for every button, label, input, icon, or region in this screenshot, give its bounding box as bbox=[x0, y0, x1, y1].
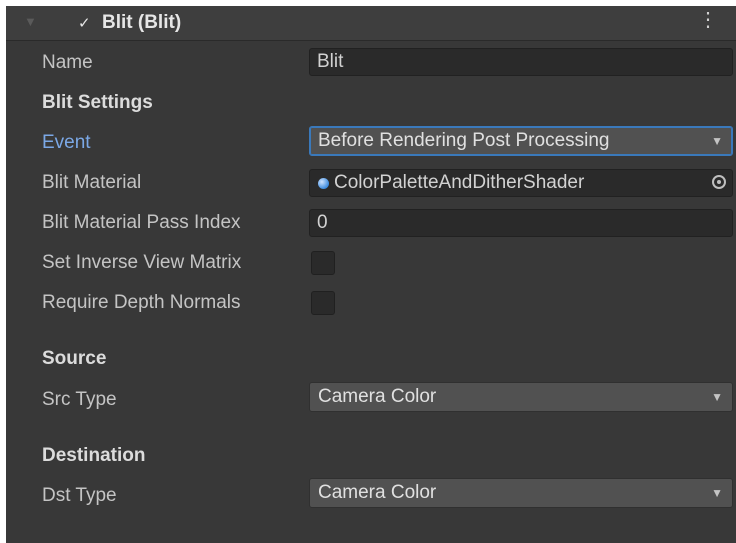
name-field[interactable]: Blit bbox=[309, 48, 733, 76]
blit-material-field[interactable]: ColorPaletteAndDitherShader bbox=[309, 169, 733, 197]
name-label: Name bbox=[42, 52, 93, 73]
inverse-view-checkbox[interactable] bbox=[311, 251, 335, 275]
component-header[interactable]: ▼ ✓ Blit (Blit) ⋮ bbox=[6, 6, 736, 41]
shader-asset-icon bbox=[318, 178, 329, 189]
dst-type-label: Dst Type bbox=[42, 485, 117, 506]
event-label: Event bbox=[42, 132, 91, 153]
blit-material-value: ColorPaletteAndDitherShader bbox=[334, 172, 585, 193]
dst-type-dropdown[interactable]: Camera Color ▼ bbox=[309, 478, 733, 508]
foldout-arrow-icon[interactable]: ▼ bbox=[24, 14, 37, 29]
source-heading: Source bbox=[42, 348, 107, 369]
component-title: Blit (Blit) bbox=[102, 12, 182, 33]
event-dropdown[interactable]: Before Rendering Post Processing ▼ bbox=[309, 126, 733, 156]
event-dropdown-value: Before Rendering Post Processing bbox=[318, 130, 610, 151]
inverse-view-label: Set Inverse View Matrix bbox=[42, 252, 242, 273]
dst-type-value: Camera Color bbox=[318, 482, 437, 503]
blit-settings-heading: Blit Settings bbox=[42, 92, 153, 113]
blit-inspector-panel: ▼ ✓ Blit (Blit) ⋮ Name Blit Blit Setting… bbox=[6, 6, 736, 543]
destination-heading: Destination bbox=[42, 445, 146, 466]
depth-normals-label: Require Depth Normals bbox=[42, 292, 241, 313]
enabled-checkbox[interactable]: ✓ bbox=[78, 14, 91, 32]
src-type-value: Camera Color bbox=[318, 386, 437, 407]
object-picker-icon[interactable] bbox=[712, 175, 726, 189]
dropdown-arrow-icon: ▼ bbox=[711, 486, 723, 500]
pass-index-label: Blit Material Pass Index bbox=[42, 212, 241, 233]
blit-material-label: Blit Material bbox=[42, 172, 142, 193]
src-type-label: Src Type bbox=[42, 389, 117, 410]
pass-index-field[interactable]: 0 bbox=[309, 209, 733, 237]
depth-normals-checkbox[interactable] bbox=[311, 291, 335, 315]
dropdown-arrow-icon: ▼ bbox=[711, 134, 723, 148]
src-type-dropdown[interactable]: Camera Color ▼ bbox=[309, 382, 733, 412]
more-options-icon[interactable]: ⋮ bbox=[698, 10, 718, 30]
dropdown-arrow-icon: ▼ bbox=[711, 390, 723, 404]
